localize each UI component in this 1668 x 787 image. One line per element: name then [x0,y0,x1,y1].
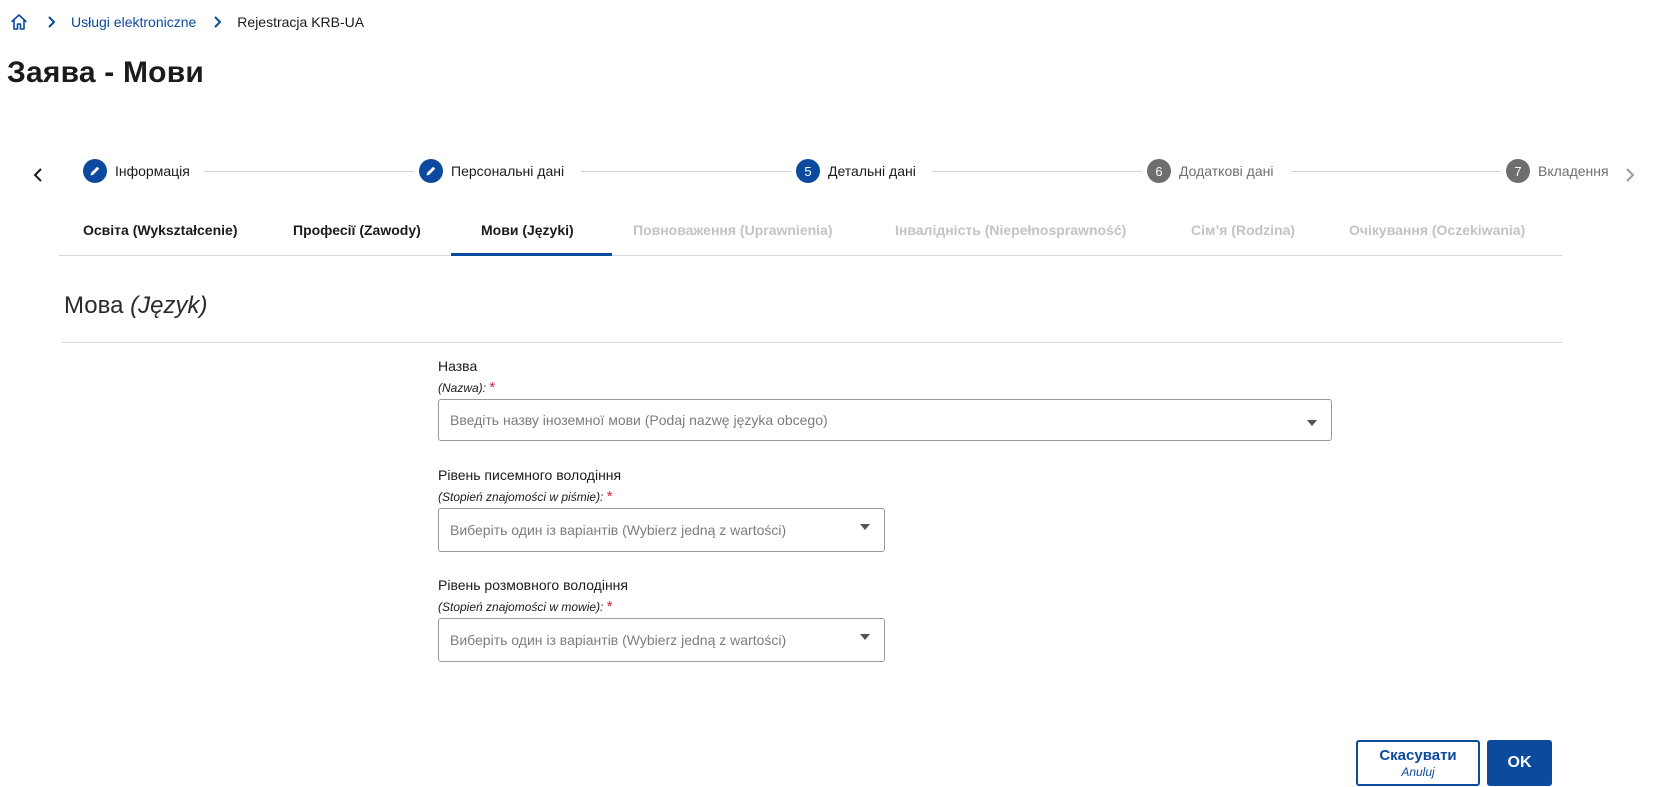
step-label: Персональні дані [451,163,565,179]
step-detalni-dani[interactable]: 5 Детальні дані [796,159,916,183]
required-mark: * [606,488,613,505]
name-field-label: Назва [438,358,478,374]
tab-ochikuvannia: Очікування (Oczekiwania) [1349,222,1526,238]
written-level-placeholder: Виберіть один із варіантів (Wybierz jedn… [450,522,787,538]
step-label: Детальні дані [828,163,916,179]
step-connector [204,171,414,172]
chevron-down-icon [860,524,870,530]
language-name-select[interactable]: Введіть назву іноземної мови (Podaj nazw… [438,399,1332,441]
breadcrumb-link-uslugi[interactable]: Usługi elektroniczne [71,14,196,30]
written-level-label: Рівень писемного володіння [438,467,622,483]
step-number-badge: 6 [1147,159,1171,183]
spoken-level-label: Рівень розмовного володіння [438,577,628,593]
name-sublabel-text: (Nazwa): [438,381,487,395]
chevron-right-icon [42,12,62,32]
cancel-button-label: Скасувати [1379,747,1457,764]
written-level-sublabel: (Stopień znajomości w piśmie): * [438,488,613,505]
name-field-sublabel: (Nazwa): * [438,379,495,396]
tab-osvita[interactable]: Освіта (Wykształcenie) [83,222,238,256]
section-title-main: Мова [64,292,124,319]
chevron-down-icon [1307,420,1317,426]
step-informatsiia[interactable]: Інформація [83,159,190,183]
pencil-icon [83,159,107,183]
step-connector [581,171,791,172]
tab-movy[interactable]: Мови (Języki) [481,222,574,256]
tab-profesii[interactable]: Професії (Zawody) [293,222,421,256]
required-mark: * [606,598,613,615]
breadcrumb: Usługi elektroniczne Rejestracja KRB-UA [8,11,364,33]
pencil-icon [419,159,443,183]
step-personalni-dani[interactable]: Персональні дані [419,159,564,183]
required-mark: * [489,379,496,396]
step-connector [932,171,1142,172]
ok-button[interactable]: OK [1487,740,1552,786]
step-label: Додаткові дані [1179,163,1274,179]
home-icon[interactable] [8,11,30,33]
written-level-sublabel-text: (Stopień znajomości w piśmie): [438,490,604,504]
section-title-subtitle: (Język) [130,292,208,319]
chevron-down-icon [860,634,870,640]
cancel-button[interactable]: Скасувати Anuluj [1356,740,1480,786]
language-name-placeholder: Введіть назву іноземної мови (Podaj nazw… [450,412,828,428]
section-title: Мова (Język) [64,292,207,320]
cancel-button-sublabel: Anuluj [1401,765,1435,779]
step-label: Вкладення [1538,163,1609,179]
stepper-prev-button[interactable] [26,163,50,187]
stepper-next-button[interactable] [1618,163,1642,187]
step-vkladennia[interactable]: 7 Вкладення [1506,159,1609,183]
step-number-badge: 5 [796,159,820,183]
tab-invalidnist: Інвалідність (Niepełnosprawność) [895,222,1127,238]
breadcrumb-current: Rejestracja KRB-UA [237,14,365,30]
spoken-level-placeholder: Виберіть один із варіантів (Wybierz jedn… [450,632,787,648]
spoken-level-select[interactable]: Виберіть один із варіантів (Wybierz jedn… [438,618,885,662]
section-divider [62,342,1562,343]
page-title: Заява - Мови [7,56,204,89]
active-tab-indicator [451,253,612,256]
spoken-level-sublabel-text: (Stopień znajomości w mowie): [438,600,604,614]
tabs-divider [59,255,1562,256]
step-label: Інформація [115,163,190,179]
written-level-select[interactable]: Виберіть один із варіантів (Wybierz jedn… [438,508,885,552]
chevron-right-icon [208,12,228,32]
step-connector [1291,171,1501,172]
tab-simia: Сім’я (Rodzina) [1191,222,1296,238]
step-number-badge: 7 [1506,159,1530,183]
step-dodatkovi-dani[interactable]: 6 Додаткові дані [1147,159,1273,183]
tab-povnovazhennia: Повноваження (Uprawnienia) [633,222,833,238]
spoken-level-sublabel: (Stopień znajomości w mowie): * [438,598,613,615]
